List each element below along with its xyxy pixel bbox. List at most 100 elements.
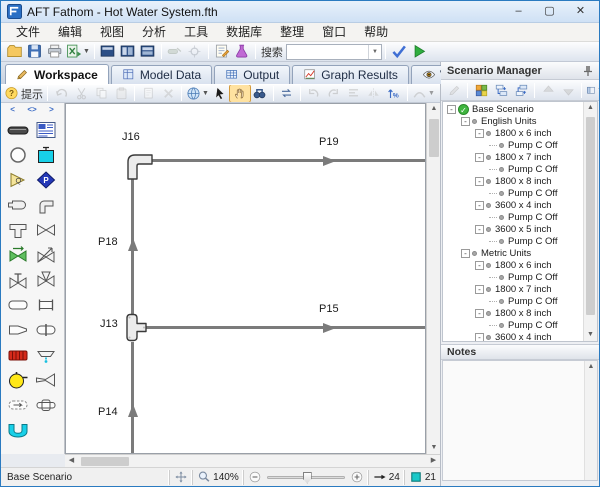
reservoir-tool[interactable]: [33, 144, 59, 166]
tree-item[interactable]: -1800 x 8 inch: [443, 307, 583, 319]
collapse-icon[interactable]: -: [475, 285, 484, 294]
close-button[interactable]: ✕: [566, 3, 595, 21]
copy-button[interactable]: [91, 85, 111, 102]
delete-button[interactable]: [158, 85, 178, 102]
annotation-tool[interactable]: [33, 119, 59, 141]
open-button[interactable]: [4, 43, 24, 61]
create-child-button[interactable]: [491, 82, 511, 99]
tree-item[interactable]: -1800 x 7 inch: [443, 283, 583, 295]
collapse-icon[interactable]: -: [475, 309, 484, 318]
pipe-label-P19[interactable]: P19: [318, 136, 340, 148]
workspace-canvas[interactable]: P19P18P15P14J16J13: [65, 103, 426, 454]
junction-label-J16[interactable]: J16: [121, 131, 141, 143]
tree-item[interactable]: -Metric Units: [443, 247, 583, 259]
relief-valve-tool[interactable]: [5, 269, 31, 291]
volume-balance-tool[interactable]: [5, 394, 31, 416]
tree-item[interactable]: Pump C Off: [443, 319, 583, 331]
window-layout-horizontal-button[interactable]: [138, 43, 158, 61]
tree-item[interactable]: Pump C Off: [443, 235, 583, 247]
collapse-icon[interactable]: -: [461, 249, 470, 258]
flanged-connection-tool[interactable]: [33, 294, 59, 316]
tree-item[interactable]: -1800 x 6 inch: [443, 127, 583, 139]
tree-scroll-down-icon[interactable]: ▼: [584, 329, 597, 341]
orifice-tool[interactable]: [33, 319, 59, 341]
cut-button[interactable]: [71, 85, 91, 102]
collapse-icon[interactable]: -: [475, 129, 484, 138]
assigned-flow-tool[interactable]: Q: [5, 169, 31, 191]
jet-pump-tool[interactable]: [33, 369, 59, 391]
rotate-left-button[interactable]: [304, 85, 324, 102]
pipe-P14[interactable]: [131, 342, 134, 453]
canvas-horizontal-scrollbar[interactable]: ◀ ▶: [65, 454, 440, 467]
tee-tool[interactable]: [5, 219, 31, 241]
canvas-vertical-scrollbar[interactable]: ▲ ▼: [426, 103, 440, 454]
maximize-button[interactable]: ▢: [535, 3, 564, 21]
move-up-button[interactable]: [538, 82, 558, 99]
three-way-valve-tool[interactable]: [33, 269, 59, 291]
area-change-tool[interactable]: [5, 319, 31, 341]
collapse-icon[interactable]: -: [447, 105, 456, 114]
tree-scroll-up-icon[interactable]: ▲: [584, 102, 597, 114]
flip-button[interactable]: [364, 85, 384, 102]
tree-item[interactable]: Pump C Off: [443, 211, 583, 223]
search-input[interactable]: [287, 45, 368, 58]
duplicate-button[interactable]: [138, 85, 158, 102]
tree-item[interactable]: Pump C Off: [443, 163, 583, 175]
save-button[interactable]: [24, 43, 44, 61]
window-layout-single-button[interactable]: [98, 43, 118, 61]
annotation-manager-button[interactable]: [212, 43, 232, 61]
tree-scrollbar[interactable]: ▲ ▼: [583, 102, 597, 341]
pipe-label-P18[interactable]: P18: [97, 236, 119, 248]
tab-model-data[interactable]: Model Data: [111, 65, 212, 84]
toolbox-nav-0[interactable]: <: [10, 105, 15, 114]
general-component-tool[interactable]: [5, 294, 31, 316]
tab-output[interactable]: Output: [214, 65, 290, 84]
panel-view-button[interactable]: ▼: [585, 82, 600, 99]
rotate-right-button[interactable]: [324, 85, 344, 102]
menu-item-5[interactable]: 数据库: [217, 22, 271, 42]
edit-scenario-button[interactable]: [444, 82, 464, 99]
menu-item-7[interactable]: 窗口: [313, 22, 355, 42]
pipe-drawing-button[interactable]: [165, 43, 185, 61]
print-button[interactable]: [44, 43, 64, 61]
validate-model-button[interactable]: [389, 43, 409, 61]
find-button[interactable]: [250, 85, 270, 102]
tree-item[interactable]: -English Units: [443, 115, 583, 127]
export-excel-button[interactable]: ▼: [64, 43, 91, 61]
search-combobox[interactable]: ▼: [286, 44, 382, 60]
scroll-down-icon[interactable]: ▼: [427, 442, 441, 454]
tree-item[interactable]: Pump C Off: [443, 187, 583, 199]
tree-item[interactable]: -✓Base Scenario: [443, 103, 583, 115]
junction-J16[interactable]: [125, 152, 153, 183]
collapse-icon[interactable]: -: [475, 225, 484, 234]
pin-icon[interactable]: [583, 65, 593, 77]
fitting-tool[interactable]: [5, 194, 31, 216]
notes-scroll-up-icon[interactable]: ▲: [585, 361, 597, 373]
menu-item-2[interactable]: 视图: [91, 22, 133, 42]
control-valve-tool[interactable]: [33, 244, 59, 266]
insert-parent-button[interactable]: [511, 82, 531, 99]
collapse-icon[interactable]: -: [475, 261, 484, 270]
tree-scroll-thumb[interactable]: [586, 117, 595, 315]
junction-J13[interactable]: [124, 312, 148, 346]
tree-item[interactable]: -1800 x 6 inch: [443, 259, 583, 271]
search-dropdown-icon[interactable]: ▼: [368, 45, 381, 59]
paste-button[interactable]: [111, 85, 131, 102]
tree-item[interactable]: Pump C Off: [443, 295, 583, 307]
pipe-P15[interactable]: [146, 326, 426, 329]
tree-item[interactable]: Pump C Off: [443, 271, 583, 283]
horizontal-scroll-thumb[interactable]: [81, 457, 129, 466]
fluid-properties-button[interactable]: [232, 43, 252, 61]
heat-exchanger-tool[interactable]: [5, 344, 31, 366]
coupling-tool[interactable]: [33, 394, 59, 416]
window-layout-vertical-button[interactable]: [118, 43, 138, 61]
scroll-up-icon[interactable]: ▲: [427, 103, 441, 115]
align-button[interactable]: [344, 85, 364, 102]
tab-graph-results[interactable]: Graph Results: [292, 65, 409, 84]
zoom-in-icon[interactable]: [350, 470, 364, 484]
collapse-icon[interactable]: -: [475, 201, 484, 210]
background-picture-button[interactable]: ▼: [185, 85, 210, 102]
menu-item-0[interactable]: 文件: [7, 22, 49, 42]
pipe-tool[interactable]: [5, 119, 31, 141]
valve-tool[interactable]: [33, 219, 59, 241]
